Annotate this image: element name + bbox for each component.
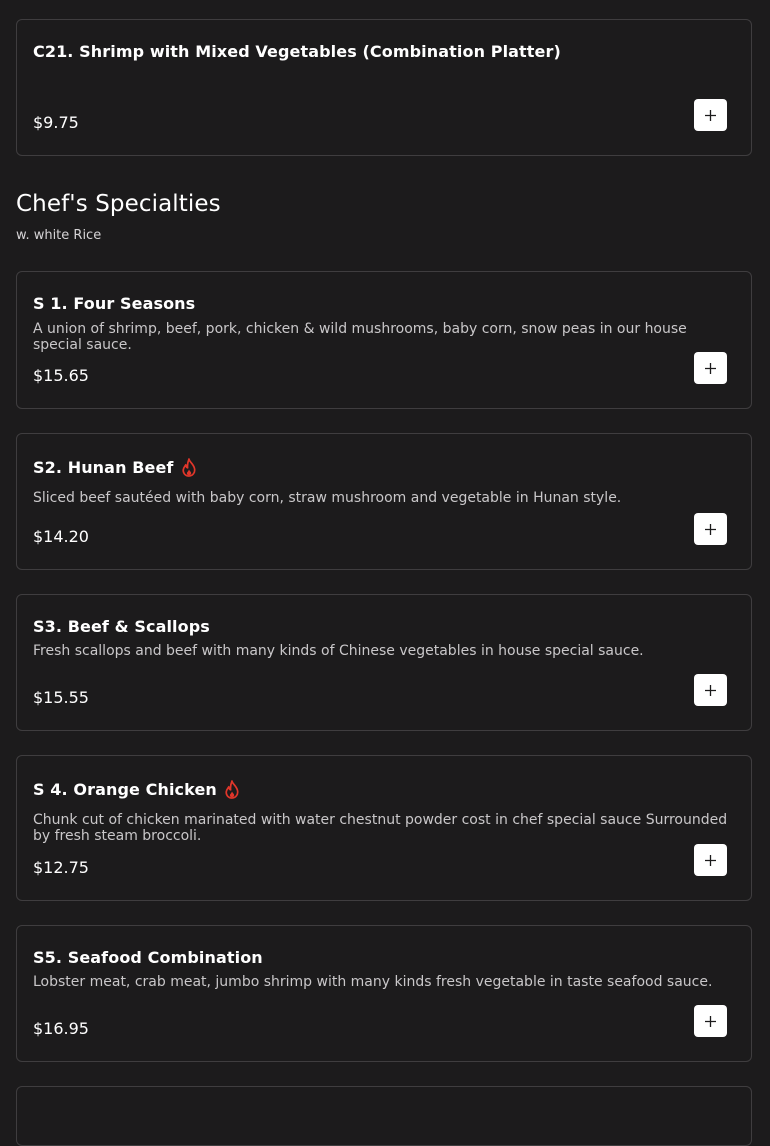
add-button[interactable]	[694, 99, 727, 131]
plus-icon	[705, 362, 716, 374]
plus-icon	[705, 684, 716, 696]
item-description: Sliced beef sautéed with baby corn, stra…	[33, 490, 622, 506]
plus-icon	[705, 854, 716, 866]
menu-item-card[interactable]: S5. Seafood Combination Lobster meat, cr…	[16, 925, 752, 1062]
plus-icon	[705, 1015, 716, 1027]
item-title-text: C21. Shrimp with Mixed Vegetables (Combi…	[33, 42, 561, 61]
item-description: Chunk cut of chicken marinated with wate…	[33, 812, 728, 844]
item-description: A union of shrimp, beef, pork, chicken &…	[33, 321, 687, 353]
item-description: Lobster meat, crab meat, jumbo shrimp wi…	[33, 974, 713, 990]
plus-icon	[705, 523, 716, 535]
add-button[interactable]	[694, 674, 727, 706]
item-title: C21. Shrimp with Mixed Vegetables (Combi…	[33, 42, 561, 61]
menu-item-card[interactable]: S3. Beef & Scallops Fresh scallops and b…	[16, 594, 752, 731]
item-price: $9.75	[33, 113, 79, 132]
menu-item-card[interactable]	[16, 1086, 752, 1146]
item-title-text: S 4. Orange Chicken	[33, 780, 217, 799]
item-price: $12.75	[33, 858, 89, 877]
flame-icon	[225, 780, 239, 799]
item-title: S 1. Four Seasons	[33, 294, 195, 313]
item-description: Fresh scallops and beef with many kinds …	[33, 643, 644, 659]
add-button[interactable]	[694, 1005, 727, 1037]
item-title: S2. Hunan Beef	[33, 458, 197, 477]
item-title-text: S2. Hunan Beef	[33, 458, 174, 477]
item-title: S5. Seafood Combination	[33, 948, 263, 967]
item-title: S3. Beef & Scallops	[33, 617, 210, 636]
add-button[interactable]	[694, 352, 727, 384]
menu-item-card[interactable]: S2. Hunan Beef Sliced beef sautéed with …	[16, 433, 752, 570]
add-button[interactable]	[694, 844, 727, 876]
menu-item-card[interactable]: C21. Shrimp with Mixed Vegetables (Combi…	[16, 19, 752, 156]
menu-item-card[interactable]: S 1. Four Seasons A union of shrimp, bee…	[16, 271, 752, 409]
add-button[interactable]	[694, 513, 727, 545]
section-subtitle: w. white Rice	[16, 228, 102, 243]
item-price: $15.55	[33, 688, 89, 707]
flame-icon	[181, 458, 196, 477]
item-title-text: S5. Seafood Combination	[33, 948, 263, 967]
item-title: S 4. Orange Chicken	[33, 780, 240, 799]
item-price: $14.20	[33, 527, 89, 546]
item-price: $16.95	[33, 1019, 89, 1038]
plus-icon	[705, 109, 716, 121]
menu-item-card[interactable]: S 4. Orange Chicken Chunk cut of chicken…	[16, 755, 752, 901]
item-title-text: S3. Beef & Scallops	[33, 617, 210, 636]
item-title-text: S 1. Four Seasons	[33, 294, 196, 313]
item-price: $15.65	[33, 366, 89, 385]
section-title: Chef's Specialties	[16, 191, 221, 217]
